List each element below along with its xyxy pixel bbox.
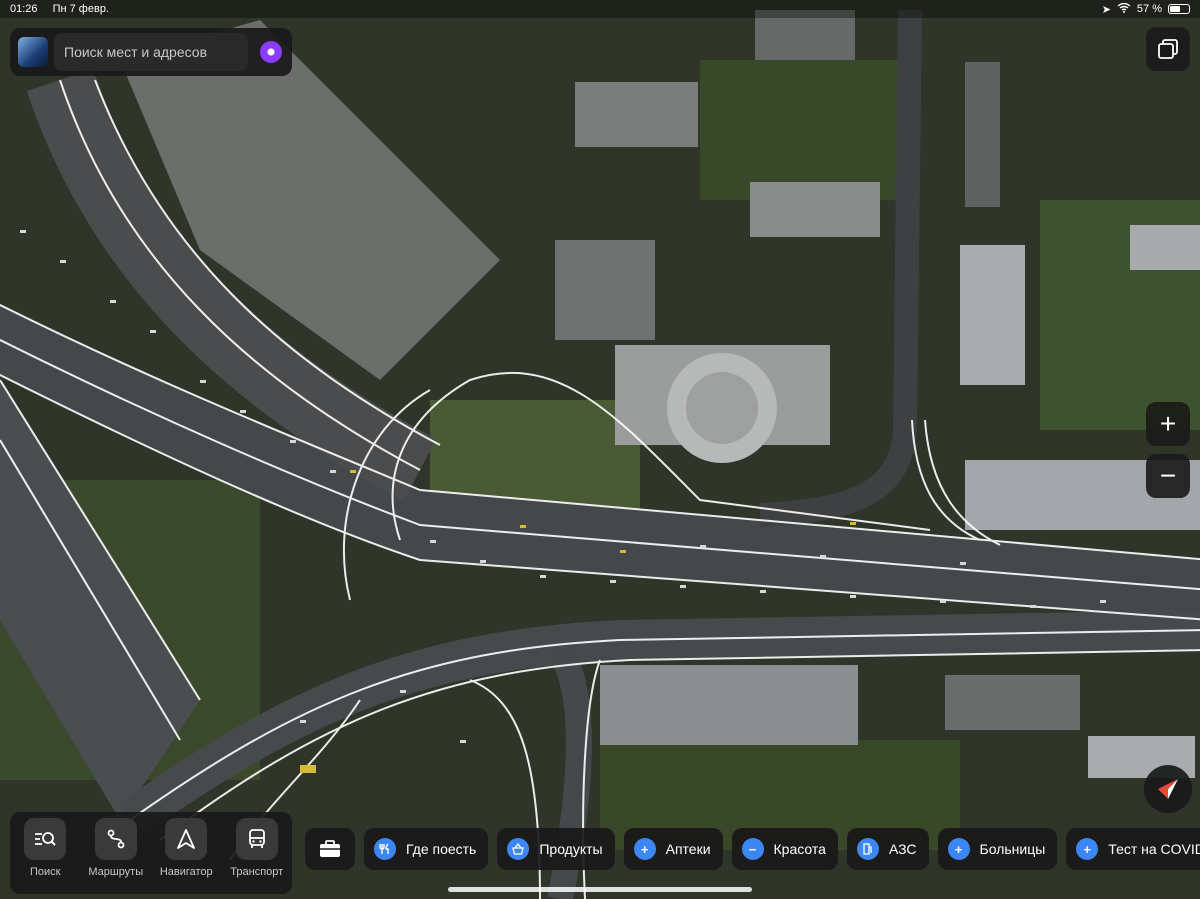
basket-icon [507, 838, 530, 860]
trees-area [700, 60, 900, 200]
building [1130, 225, 1200, 270]
zoom-out-button[interactable]: − [1146, 454, 1190, 498]
zoom-in-button[interactable]: + [1146, 402, 1190, 446]
briefcase-icon [320, 840, 340, 857]
chip-hospitals[interactable]: + Больницы [937, 828, 1058, 870]
chip-label: Больницы [979, 841, 1046, 857]
chip-pharmacy[interactable]: + Аптеки [623, 828, 723, 870]
nav-label: Поиск [30, 866, 61, 878]
fuel-icon [856, 838, 879, 860]
building [575, 82, 698, 147]
search-list-icon [24, 818, 67, 860]
chip-label: Красота [773, 841, 826, 857]
nav-navigator[interactable]: Навигатор [153, 818, 219, 878]
plus-icon: + [633, 838, 656, 860]
status-time: 01:26 [10, 3, 38, 15]
nav-label: Навигатор [159, 866, 213, 878]
chip-gas-station[interactable]: АЗС [846, 828, 929, 870]
status-date: Пн 7 февр. [52, 3, 109, 15]
building [555, 240, 655, 340]
bottom-nav: Поиск Маршруты Навигатор Транспорт [10, 812, 292, 894]
chip-food[interactable]: Где поесть [364, 828, 489, 870]
battery-percent: 57 % [1136, 3, 1162, 15]
alice-voice-icon[interactable] [260, 41, 282, 63]
search-input[interactable]: Поиск мест и адресов [54, 33, 248, 71]
nav-label: Транспорт [230, 866, 284, 878]
nav-transport[interactable]: Транспорт [224, 818, 290, 878]
building [750, 182, 880, 237]
fork-knife-icon [374, 838, 396, 860]
nav-label: Маршруты [88, 866, 144, 878]
compass-button[interactable] [1144, 765, 1192, 813]
chip-label: АЗС [888, 841, 917, 857]
plus-icon: + [947, 838, 970, 860]
chip-label: Продукты [539, 841, 603, 857]
nav-routes[interactable]: Маршруты [83, 818, 149, 878]
building [965, 62, 1000, 207]
chip-label: Аптеки [665, 841, 711, 857]
compass-icon [1158, 779, 1178, 799]
plus-icon: + [1076, 838, 1099, 860]
wifi-icon [1117, 2, 1131, 16]
minus-icon: − [741, 838, 764, 860]
chip-label: Где поесть [406, 841, 477, 857]
building [600, 665, 858, 745]
chip-label: Тест на COVID-19 [1108, 841, 1200, 857]
nav-search[interactable]: Поиск [12, 818, 78, 878]
status-bar: 01:26 Пн 7 февр. ➤ 57 % [0, 0, 1200, 18]
chip-groceries[interactable]: Продукты [497, 828, 615, 870]
building [945, 675, 1080, 730]
layers-icon [1158, 39, 1178, 59]
navigator-arrow-icon [165, 818, 208, 860]
chip-beauty[interactable]: − Красота [731, 828, 838, 870]
bus-icon [235, 818, 278, 860]
briefcase-chip[interactable] [305, 828, 355, 870]
battery-icon [1168, 4, 1190, 14]
layers-button[interactable] [1146, 27, 1190, 71]
location-icon: ➤ [1101, 3, 1111, 16]
building [960, 245, 1025, 385]
chip-covid-test[interactable]: + Тест на COVID-19 [1066, 828, 1200, 870]
category-chips: Где поесть Продукты + Аптеки − Красота А… [305, 828, 1200, 872]
search-panel: Поиск мест и адресов [10, 28, 292, 76]
home-indicator[interactable] [448, 887, 752, 892]
routes-icon [94, 818, 137, 860]
satellite-map[interactable] [0, 0, 1200, 899]
avatar[interactable] [18, 37, 48, 67]
tower-roof [686, 372, 758, 444]
